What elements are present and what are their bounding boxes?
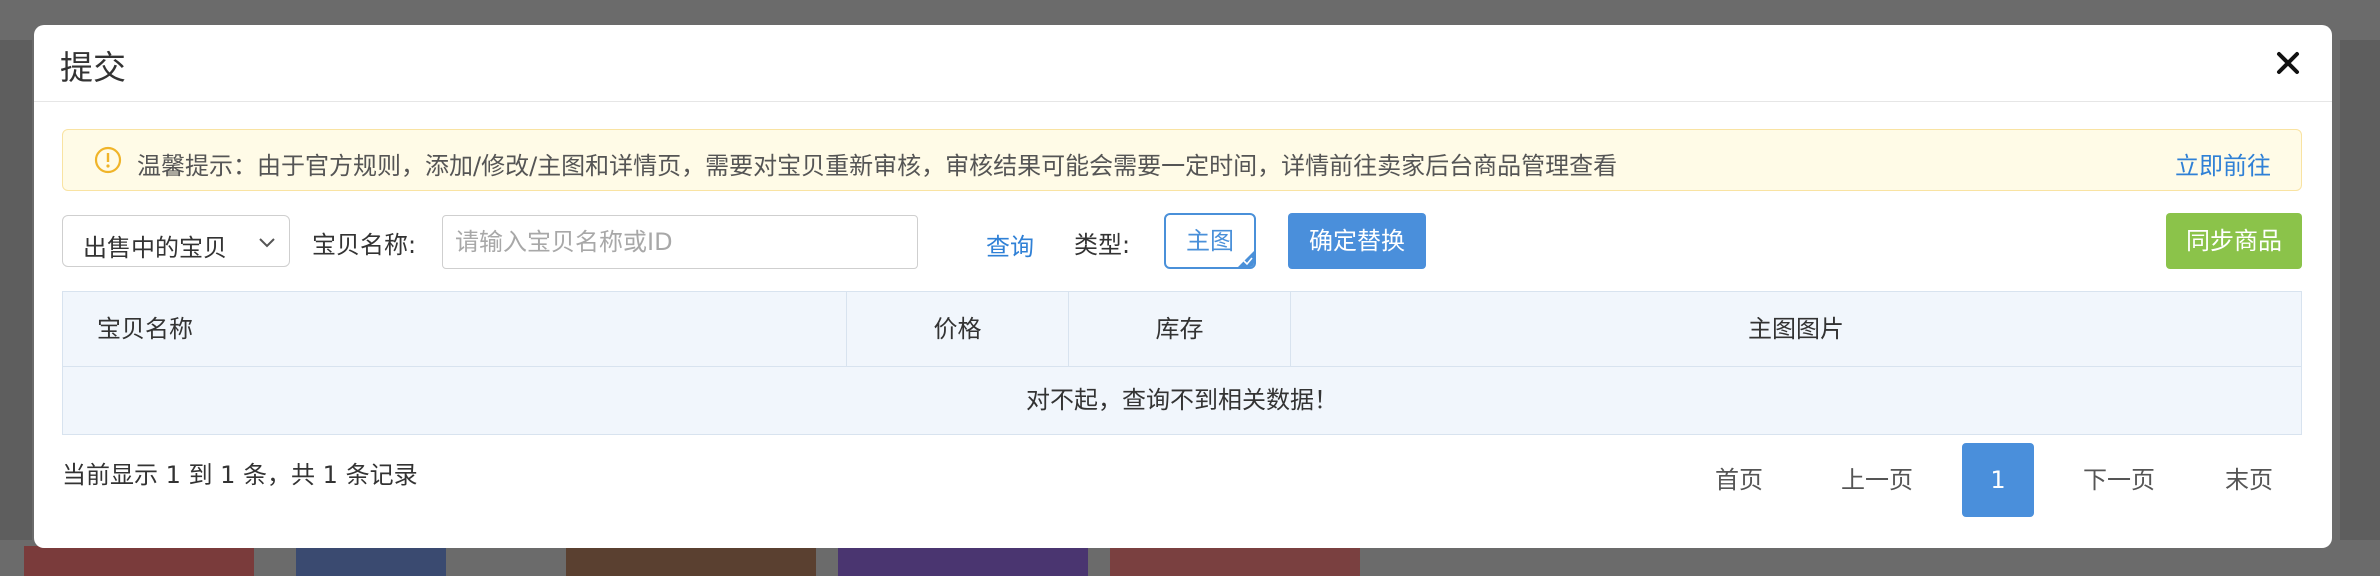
empty-message: 对不起，查询不到相关数据！ bbox=[1026, 386, 1338, 414]
prev-page-button[interactable]: 上一页 bbox=[1822, 443, 1932, 517]
last-page-button[interactable]: 末页 bbox=[2204, 443, 2294, 517]
dialog-header: 提交 bbox=[34, 25, 2332, 102]
confirm-replace-button[interactable]: 确定替换 bbox=[1288, 213, 1426, 269]
background-banner bbox=[838, 546, 1088, 576]
product-table: 宝贝名称 价格 库存 主图图片 对不起，查询不到相关数据！ bbox=[62, 291, 2302, 435]
item-name-label: 宝贝名称: bbox=[312, 231, 417, 259]
column-header-main-image[interactable]: 主图图片 bbox=[1291, 292, 2301, 366]
chevron-down-icon bbox=[259, 238, 275, 248]
type-option-label: 主图 bbox=[1186, 227, 1234, 255]
item-search-input[interactable] bbox=[442, 215, 918, 269]
type-main-image-option[interactable]: 主图 bbox=[1164, 213, 1256, 269]
background-banner bbox=[566, 546, 816, 576]
background-banner bbox=[296, 546, 446, 576]
item-status-value: 出售中的宝贝 bbox=[83, 234, 227, 262]
record-count: 当前显示 1 到 1 条，共 1 条记录 bbox=[62, 461, 418, 489]
background-banner bbox=[1110, 546, 1360, 576]
submit-dialog: 提交 温馨提示：由于官方规则，添加/修改/主图和详情页，需要对宝贝重新审核，审核… bbox=[34, 25, 2332, 548]
first-page-button[interactable]: 首页 bbox=[1694, 443, 1784, 517]
background-panel bbox=[2340, 40, 2380, 540]
dialog-title: 提交 bbox=[60, 48, 126, 87]
page-1-button[interactable]: 1 bbox=[1962, 443, 2034, 517]
close-icon bbox=[2277, 52, 2299, 74]
column-header-price[interactable]: 价格 bbox=[847, 292, 1069, 366]
item-status-select[interactable]: 出售中的宝贝 bbox=[62, 215, 290, 267]
filter-toolbar: 出售中的宝贝 宝贝名称: 查询 类型: 主图 确定替换 同步商品 bbox=[62, 213, 2302, 271]
sync-products-button[interactable]: 同步商品 bbox=[2166, 213, 2302, 269]
background-panel bbox=[0, 40, 32, 540]
notice-banner: 温馨提示：由于官方规则，添加/修改/主图和详情页，需要对宝贝重新审核，审核结果可… bbox=[62, 129, 2302, 191]
check-icon bbox=[1243, 257, 1253, 266]
info-icon bbox=[94, 146, 122, 174]
type-label: 类型: bbox=[1074, 231, 1131, 259]
column-header-name[interactable]: 宝贝名称 bbox=[63, 292, 847, 366]
go-now-link[interactable]: 立即前往 bbox=[2175, 146, 2271, 181]
column-header-stock[interactable]: 库存 bbox=[1069, 292, 1291, 366]
close-button[interactable] bbox=[2270, 45, 2306, 81]
notice-text: 温馨提示：由于官方规则，添加/修改/主图和详情页，需要对宝贝重新审核，审核结果可… bbox=[137, 152, 1618, 180]
table-header: 宝贝名称 价格 库存 主图图片 bbox=[63, 292, 2301, 367]
query-button[interactable]: 查询 bbox=[986, 227, 1034, 262]
pagination: 首页 上一页 1 下一页 末页 bbox=[1694, 443, 2294, 517]
background-banner bbox=[24, 546, 254, 576]
next-page-button[interactable]: 下一页 bbox=[2064, 443, 2174, 517]
